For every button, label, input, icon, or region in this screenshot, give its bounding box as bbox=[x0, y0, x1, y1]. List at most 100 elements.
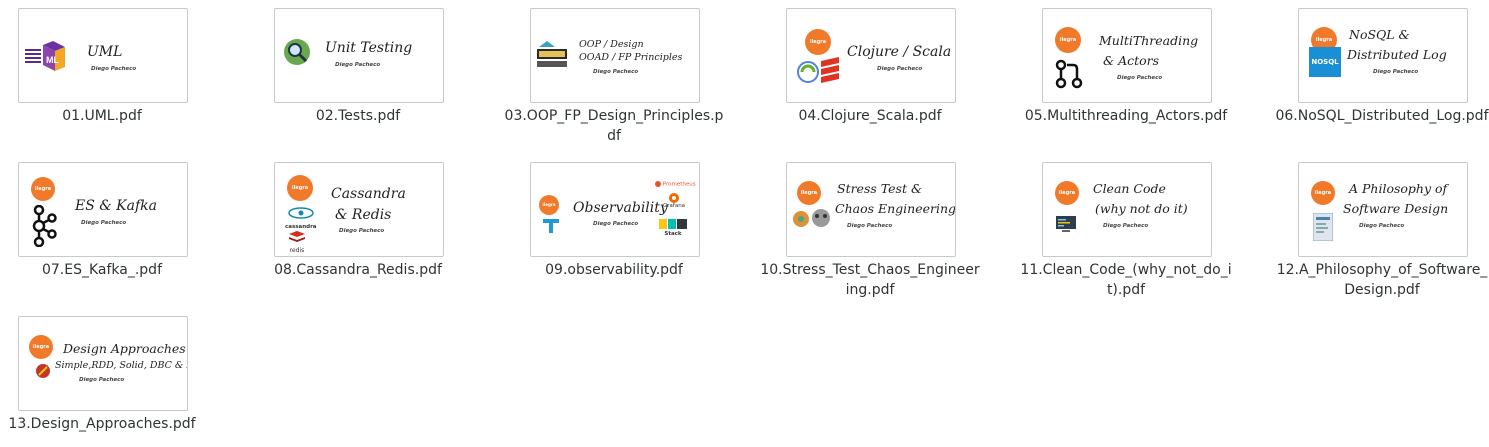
file-thumbnail[interactable]: ilegra Design Approaches Simple,RDD, Sol… bbox=[18, 316, 188, 411]
file-thumbnail[interactable]: ilegra Clean Code (why not do it) Diego … bbox=[1042, 162, 1212, 257]
file-item[interactable]: OOP / Design OOAD / FP Principles Diego … bbox=[504, 8, 724, 146]
kafka-icon bbox=[31, 204, 57, 251]
file-name: 10.Stress_Test_Chaos_Engineering.pdf bbox=[760, 262, 980, 298]
thumbnail-author: Diego Pacheco bbox=[335, 62, 381, 68]
file-name: 13.Design_Approaches.pdf bbox=[8, 416, 196, 432]
scala-icon bbox=[821, 57, 839, 87]
thumbnail-author: Diego Pacheco bbox=[1103, 223, 1149, 229]
ilegra-logo-icon: ilegra bbox=[1055, 181, 1079, 205]
ilegra-logo-icon: ilegra bbox=[1311, 181, 1335, 205]
thumbnail-title: ES & Kafka bbox=[75, 198, 157, 214]
grafana-label: Grafana bbox=[663, 203, 686, 209]
prometheus-label: Prometheus bbox=[662, 181, 696, 188]
design-approaches-icon bbox=[35, 363, 51, 383]
file-thumbnail[interactable]: ilegra Observability Diego Pacheco Prome… bbox=[530, 162, 700, 257]
file-thumbnail[interactable]: Unit Testing Diego Pacheco bbox=[274, 8, 444, 103]
file-item[interactable]: ilegra Observability Diego Pacheco Prome… bbox=[504, 162, 724, 280]
thumbnail-title: Design Approaches bbox=[63, 341, 186, 356]
file-item[interactable]: ilegra cassandra redis Cassandra & Redis… bbox=[248, 162, 468, 280]
monitor-icon bbox=[1055, 215, 1077, 237]
thumbnail-author: Diego Pacheco bbox=[593, 221, 639, 227]
nosql-icon: NOSQL bbox=[1309, 47, 1341, 77]
thumbnail-title: MultiThreading bbox=[1099, 33, 1199, 48]
file-name: 01.UML.pdf bbox=[62, 108, 142, 124]
thumbnail-title: Clean Code bbox=[1093, 181, 1166, 196]
thumbnail-title: Cassandra bbox=[331, 186, 406, 202]
thumbnail-title: Clojure / Scala bbox=[847, 44, 952, 60]
file-thumbnail[interactable]: ilegra Clojure / Scala Diego Pacheco bbox=[786, 8, 956, 103]
thumbnail-title: A Philosophy of bbox=[1349, 181, 1448, 196]
uml-icon: ML bbox=[25, 41, 71, 77]
file-name: 11.Clean_Code_(why_not_do_it).pdf bbox=[1020, 262, 1232, 298]
thumbnail-title: Stress Test & bbox=[837, 181, 923, 196]
thumbnail-title: Observability bbox=[573, 200, 668, 216]
ilegra-logo-icon: ilegra bbox=[1055, 27, 1081, 53]
file-item[interactable]: ML UML Diego Pacheco 01.UML.pdf bbox=[0, 8, 212, 126]
thumbnail-title: Unit Testing bbox=[325, 40, 413, 56]
file-name: 12.A_Philosophy_of_Software_Design.pdf bbox=[1276, 262, 1488, 298]
file-name: 06.NoSQL_Distributed_Log.pdf bbox=[1275, 108, 1489, 124]
file-thumbnail[interactable]: ilegra MultiThreading & Actors Diego Pac… bbox=[1042, 8, 1212, 103]
file-item[interactable]: Unit Testing Diego Pacheco 02.Tests.pdf bbox=[248, 8, 468, 126]
grafana-icon: Grafana bbox=[663, 193, 685, 209]
file-item[interactable]: ilegra A Philosophy of Software Design D… bbox=[1272, 162, 1489, 300]
thumbnail-author: Diego Pacheco bbox=[91, 66, 137, 72]
elk-icon: Stack bbox=[659, 219, 687, 237]
thumbnail-title: Chaos Engineering bbox=[835, 201, 956, 216]
file-item[interactable]: ilegra Clojure / Scala Diego Pacheco 04.… bbox=[760, 8, 980, 126]
redis-label: redis bbox=[289, 247, 305, 254]
ilegra-logo-icon: ilegra bbox=[31, 177, 55, 201]
thumbnail-author: Diego Pacheco bbox=[1117, 75, 1163, 81]
thumbnail-author: Diego Pacheco bbox=[79, 377, 125, 383]
file-name: 09.observability.pdf bbox=[545, 262, 683, 278]
thumbnail-title: & Actors bbox=[1103, 53, 1160, 68]
thumbnail-title: OOAD / FP Principles bbox=[579, 52, 683, 63]
svg-text:ML: ML bbox=[46, 55, 59, 65]
clojure-icon bbox=[797, 61, 819, 87]
design-icon bbox=[537, 39, 569, 73]
thumbnail-title: Simple,RDD, Solid, DBC & KISS bbox=[55, 360, 187, 371]
git-merge-icon bbox=[1055, 59, 1083, 93]
thumbnail-title: NoSQL & bbox=[1349, 27, 1410, 42]
thumbnail-author: Diego Pacheco bbox=[1373, 69, 1419, 75]
file-item[interactable]: ilegra Clean Code (why not do it) Diego … bbox=[1016, 162, 1236, 300]
thumbnail-author: Diego Pacheco bbox=[1359, 223, 1405, 229]
file-thumbnail[interactable]: ilegra Stress Test & Chaos Engineering D… bbox=[786, 162, 956, 257]
jaeger-icon bbox=[541, 217, 561, 239]
file-name: 05.Multithreading_Actors.pdf bbox=[1024, 108, 1228, 124]
file-name: 04.Clojure_Scala.pdf bbox=[798, 108, 942, 124]
file-name: 07.ES_Kafka_.pdf bbox=[41, 262, 163, 278]
file-item[interactable]: ilegra MultiThreading & Actors Diego Pac… bbox=[1016, 8, 1236, 126]
cassandra-icon: cassandra bbox=[285, 205, 317, 230]
file-name: 03.OOP_FP_Design_Principles.pdf bbox=[504, 108, 724, 144]
book-cover-icon bbox=[1312, 212, 1334, 245]
file-name: 08.Cassandra_Redis.pdf bbox=[274, 262, 442, 278]
ilegra-logo-icon: ilegra bbox=[29, 335, 53, 359]
file-thumbnail[interactable]: ilegra NOSQL NoSQL & Distributed Log Die… bbox=[1298, 8, 1468, 103]
file-item[interactable]: ilegra NOSQL NoSQL & Distributed Log Die… bbox=[1272, 8, 1489, 126]
file-item[interactable]: ilegra Stress Test & Chaos Engineering D… bbox=[760, 162, 980, 300]
thumbnail-author: Diego Pacheco bbox=[847, 223, 893, 229]
file-thumbnail[interactable]: ilegra A Philosophy of Software Design D… bbox=[1298, 162, 1468, 257]
thumbnail-author: Diego Pacheco bbox=[593, 69, 639, 75]
ilegra-logo-icon: ilegra bbox=[539, 195, 559, 215]
chaos-icon bbox=[791, 207, 833, 233]
thumbnail-author: Diego Pacheco bbox=[339, 228, 385, 234]
file-thumbnail[interactable]: ML UML Diego Pacheco bbox=[18, 8, 188, 103]
file-item[interactable]: ilegra ES & Kafka Diego Pacheco 07.ES_Ka… bbox=[0, 162, 212, 280]
prometheus-icon: Prometheus bbox=[655, 181, 696, 188]
ilegra-logo-icon: ilegra bbox=[287, 175, 313, 201]
magnifier-icon bbox=[283, 38, 313, 72]
thumbnail-author: Diego Pacheco bbox=[81, 220, 127, 226]
thumbnail-title: Software Design bbox=[1343, 201, 1449, 216]
thumbnail-title: OOP / Design bbox=[579, 39, 644, 50]
file-thumbnail[interactable]: ilegra ES & Kafka Diego Pacheco bbox=[18, 162, 188, 257]
ilegra-logo-icon: ilegra bbox=[797, 181, 821, 205]
file-thumbnail[interactable]: ilegra cassandra redis Cassandra & Redis… bbox=[274, 162, 444, 257]
ilegra-logo-icon: ilegra bbox=[805, 29, 831, 55]
file-thumbnail[interactable]: OOP / Design OOAD / FP Principles Diego … bbox=[530, 8, 700, 103]
thumbnail-title: Distributed Log bbox=[1347, 47, 1447, 62]
redis-icon: redis bbox=[287, 228, 307, 254]
file-item[interactable]: ilegra Design Approaches Simple,RDD, Sol… bbox=[0, 316, 212, 434]
elk-label: Stack bbox=[664, 231, 682, 237]
